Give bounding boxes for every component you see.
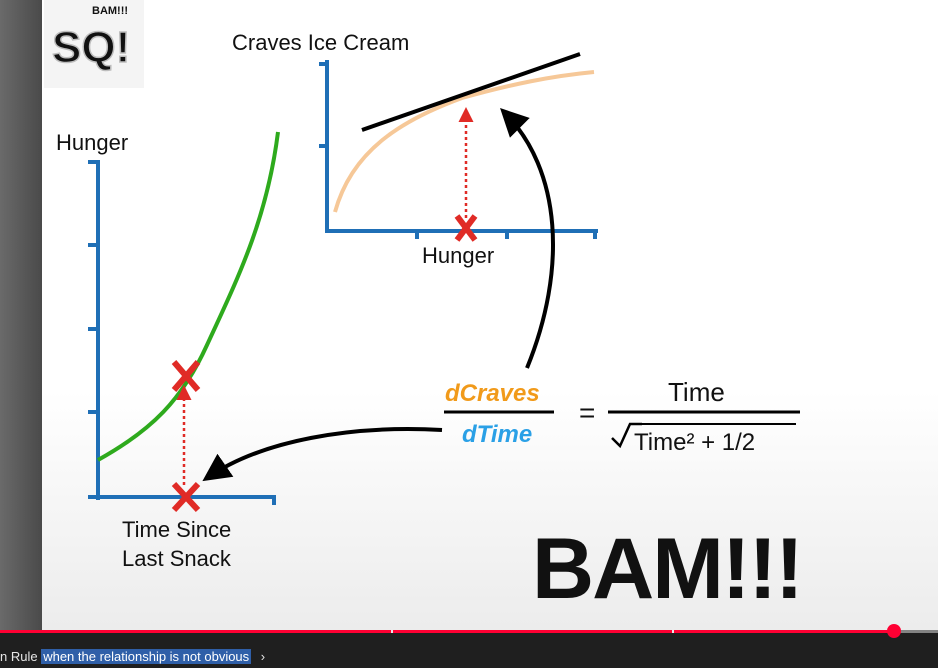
equation-radicand: Time² + 1/2 <box>634 429 755 456</box>
equation-dtime: dTime <box>462 421 532 448</box>
slide-graphic: BAM!!! SQ! Craves Ice Cream Hunger Hunge… <box>44 0 804 617</box>
chapter-marker <box>671 630 674 633</box>
left-chart: Hunger Time Since Last Snack <box>56 130 280 571</box>
video-progress-bar[interactable] <box>0 624 938 638</box>
equation-dcraves: dCraves <box>445 380 540 407</box>
chapter-title[interactable]: n Rule when the relationship is not obvi… <box>0 649 265 664</box>
top-chart-ylabel: Craves Ice Cream <box>232 30 409 55</box>
statquest-logo: BAM!!! SQ! <box>44 0 144 88</box>
equation-equals: = <box>579 397 595 428</box>
top-chart-tangent-line <box>361 52 581 132</box>
equation: dCraves dTime = Time Time² + 1/2 <box>444 377 800 456</box>
progress-played <box>0 630 894 633</box>
left-sidebar-strip <box>0 0 42 630</box>
logo-text-top: BAM!!! <box>92 5 128 17</box>
left-chart-ylabel: Hunger <box>56 130 128 155</box>
chevron-right-icon[interactable]: › <box>261 649 265 664</box>
chapter-marker <box>391 630 394 633</box>
arrow-to-left-chart <box>202 427 443 482</box>
top-chart-xlabel: Hunger <box>422 243 494 268</box>
logo-text-main: SQ! <box>52 23 130 72</box>
left-chart-xlabel-line2: Last Snack <box>122 546 232 571</box>
arrow-to-top-chart <box>500 108 555 369</box>
left-chart-xlabel-line1: Time Since <box>122 517 231 542</box>
chapter-title-highlight: when the relationship is not obvious <box>41 649 252 664</box>
top-chart-x-marker <box>454 214 478 242</box>
top-chart: Craves Ice Cream Hunger <box>232 30 598 268</box>
chapter-title-bar[interactable]: n Rule when the relationship is not obvi… <box>0 645 938 668</box>
bam-exclamation: BAM!!! <box>532 521 802 617</box>
left-chart-curve <box>97 131 280 462</box>
chapter-title-prefix: n Rule <box>0 649 38 664</box>
video-frame[interactable]: BAM!!! SQ! Craves Ice Cream Hunger Hunge… <box>42 0 938 630</box>
scrubber-handle[interactable] <box>886 624 901 638</box>
equation-time: Time <box>668 377 725 407</box>
